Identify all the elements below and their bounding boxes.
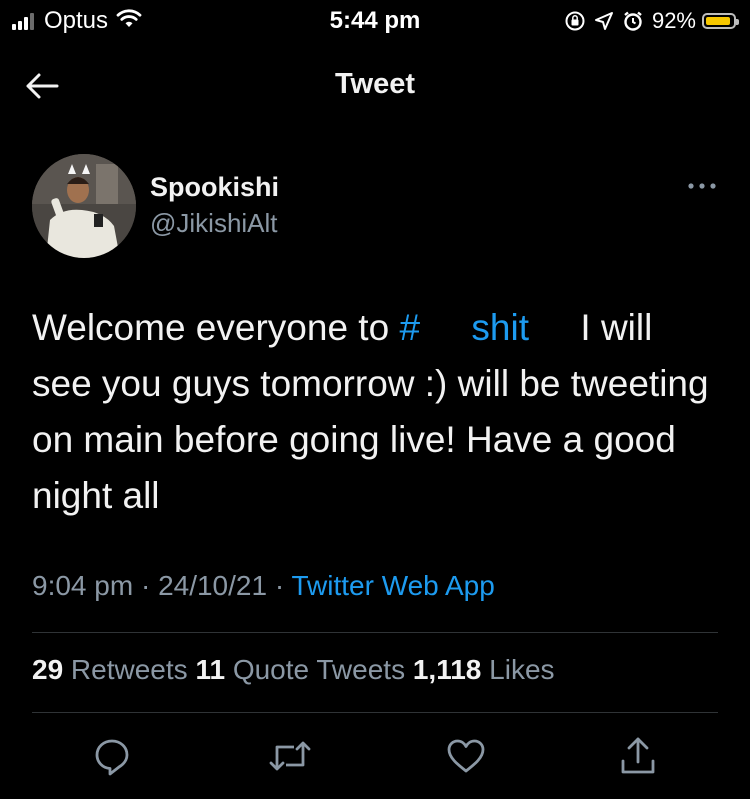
tweet-date: 24/10/21 bbox=[158, 570, 268, 601]
more-icon bbox=[688, 183, 716, 189]
reply-button[interactable] bbox=[86, 730, 138, 782]
share-button[interactable] bbox=[612, 730, 664, 782]
quote-tweets-label: Quote Tweets bbox=[225, 654, 413, 685]
tweet-text: Welcome everyone to # shit I will see yo… bbox=[32, 300, 722, 524]
tweet-time: 9:04 pm bbox=[32, 570, 134, 601]
alarm-icon bbox=[622, 10, 644, 32]
tweet-source-link[interactable]: Twitter Web App bbox=[291, 570, 494, 601]
divider-top bbox=[32, 632, 718, 633]
divider-bottom bbox=[32, 712, 718, 713]
retweets-label: Retweets bbox=[63, 654, 196, 685]
meta-separator-2: · bbox=[267, 570, 292, 601]
retweet-button[interactable] bbox=[264, 730, 316, 782]
hashtag-link[interactable]: # shit bbox=[399, 307, 529, 348]
likes-count: 1,118 bbox=[412, 654, 482, 685]
retweet-icon bbox=[269, 741, 311, 771]
status-bar: Optus 5:44 pm 92% bbox=[0, 0, 750, 42]
likes-stat[interactable]: 1,118 Likes bbox=[413, 654, 555, 685]
tweet-meta: 9:04 pm · 24/10/21 · Twitter Web App bbox=[32, 570, 495, 602]
display-name[interactable]: Spookishi bbox=[150, 172, 279, 203]
status-right: 92% bbox=[556, 6, 739, 36]
user-handle[interactable]: @JikishiAlt bbox=[150, 208, 278, 239]
like-button[interactable] bbox=[440, 730, 492, 782]
heart-icon bbox=[447, 739, 485, 773]
meta-separator: · bbox=[133, 570, 159, 601]
tweet-actions bbox=[32, 730, 722, 782]
avatar[interactable] bbox=[32, 154, 136, 258]
page-title: Tweet bbox=[334, 68, 416, 100]
quote-tweets-count: 11 bbox=[195, 654, 226, 685]
retweets-stat[interactable]: 29 Retweets bbox=[32, 654, 195, 685]
reply-icon bbox=[95, 739, 129, 776]
tweet-text-intro: Welcome everyone to bbox=[32, 307, 400, 348]
battery-icon bbox=[702, 13, 739, 29]
battery-level bbox=[706, 17, 730, 25]
quote-tweets-stat[interactable]: 11 Quote Tweets bbox=[195, 654, 412, 685]
retweets-count: 29 bbox=[32, 654, 64, 685]
tweet-author: Spookishi @JikishiAlt bbox=[32, 154, 722, 258]
rotation-lock-icon bbox=[564, 10, 586, 32]
page-header: Tweet bbox=[0, 54, 750, 116]
battery-percent: 92% bbox=[651, 8, 696, 33]
likes-label: Likes bbox=[481, 654, 555, 685]
more-button[interactable] bbox=[682, 176, 722, 196]
tweet-stats: 29 Retweets 11 Quote Tweets 1,118 Likes bbox=[32, 654, 555, 686]
share-icon bbox=[621, 737, 655, 774]
location-icon bbox=[594, 11, 614, 31]
